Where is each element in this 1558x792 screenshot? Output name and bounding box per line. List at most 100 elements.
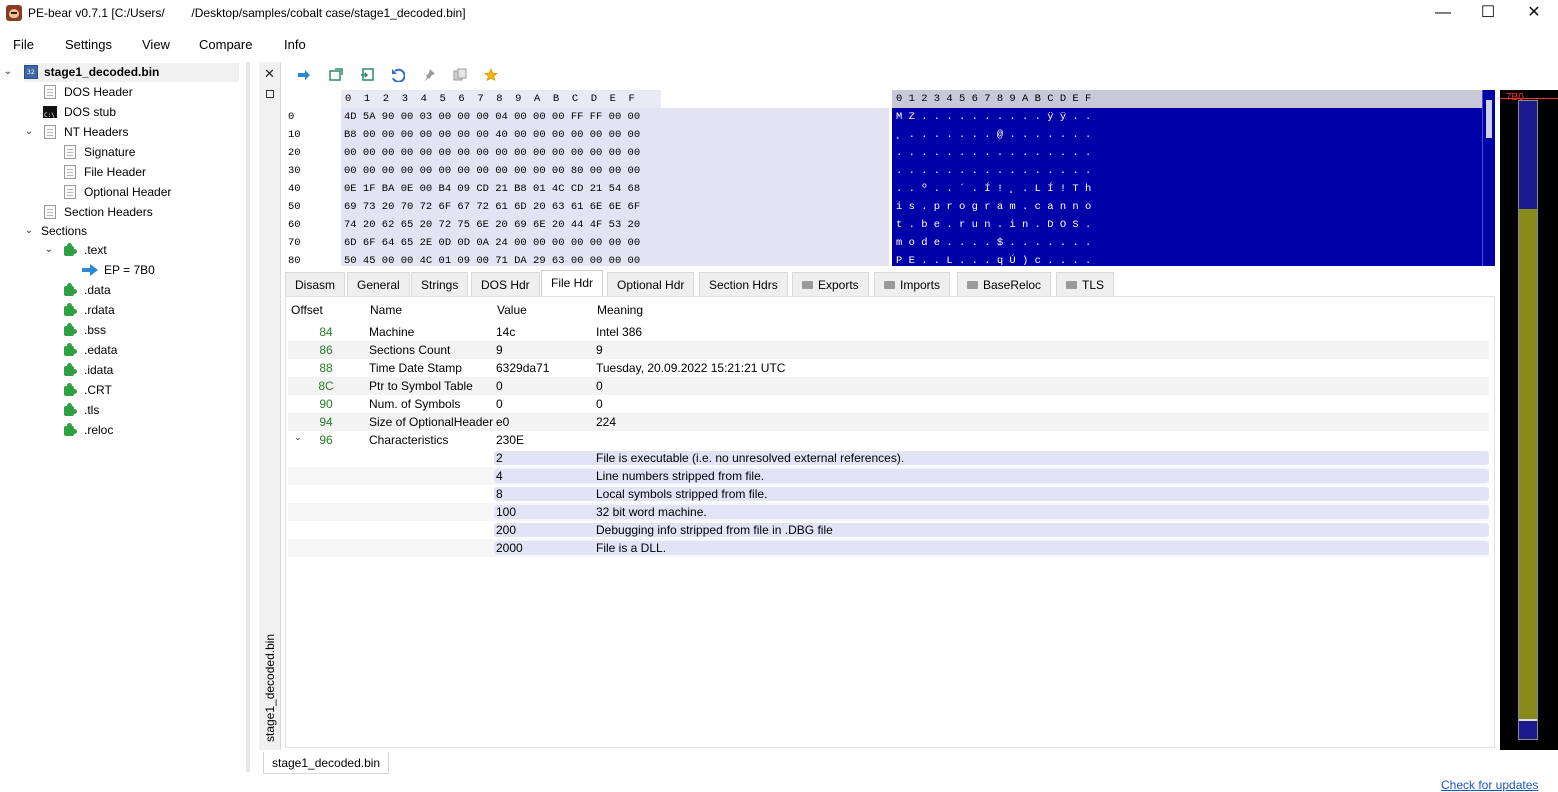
tab-exports[interactable]: Exports	[792, 272, 869, 296]
pe-structure-tree: ⌄ stage1_decoded.bin DOS Header DOS stub…	[0, 62, 246, 772]
menu-file[interactable]: File	[13, 37, 34, 52]
column-header-offset[interactable]: Offset	[291, 303, 323, 317]
tab-tls[interactable]: TLS	[1056, 272, 1115, 296]
folder-icon	[1066, 281, 1077, 289]
hex-row-bytes[interactable]: 0E 1F BA 0E 00 B4 09 CD 21 B8 01 4C CD 2…	[344, 180, 640, 198]
chevron-down-icon[interactable]: ⌄	[23, 122, 35, 142]
float-window-icon[interactable]	[266, 90, 274, 98]
cell-value: 8	[496, 487, 503, 501]
table-row[interactable]: 88 Time Date Stamp 6329da71 Tuesday, 20.09.…	[288, 359, 1489, 377]
ascii-row-text[interactable]: . . . . . . . . . . . . . . . .	[896, 162, 1091, 180]
hex-row-bytes[interactable]: 00 00 00 00 00 00 00 00 00 00 00 00 80 0…	[344, 162, 640, 180]
copy-icon[interactable]	[453, 68, 467, 82]
check-for-updates-link[interactable]: Check for updates	[1441, 778, 1538, 792]
puzzle-piece-icon	[62, 383, 76, 397]
tree-item-label: .bss	[84, 323, 107, 337]
tab-dos-hdr[interactable]: DOS Hdr	[471, 272, 540, 296]
pin-icon[interactable]	[422, 68, 436, 82]
tab-strings[interactable]: Strings	[411, 272, 469, 296]
tab-general[interactable]: General	[347, 272, 410, 296]
characteristic-row[interactable]: 200 Debugging info stripped from file in …	[288, 521, 1489, 539]
cell-offset: 90	[319, 397, 333, 411]
tab-optional-hdr[interactable]: Optional Hdr	[607, 272, 695, 296]
table-row[interactable]: 84 Machine 14c Intel 386	[288, 323, 1489, 341]
cell-meaning: 0	[596, 397, 603, 411]
document-tab[interactable]: stage1_decoded.bin	[263, 752, 390, 774]
tab-label: TLS	[1082, 278, 1105, 292]
hex-row-bytes[interactable]: B8 00 00 00 00 00 00 00 40 00 00 00 00 0…	[344, 126, 640, 144]
ascii-row-text[interactable]: . . . . . . . . . . . . . . . .	[896, 144, 1091, 162]
tab-file-hdr[interactable]: File Hdr	[541, 270, 604, 296]
chevron-down-icon[interactable]: ⌄	[23, 221, 35, 241]
hex-row-bytes[interactable]: 74 20 62 65 20 72 75 6E 20 69 6E 20 44 4…	[344, 216, 640, 234]
hex-bytes-area[interactable]: 4D 5A 90 00 03 00 00 00 04 00 00 00 FF F…	[341, 108, 889, 266]
bookmark-star-icon[interactable]	[484, 68, 498, 82]
maximize-button[interactable]: ☐	[1465, 0, 1511, 26]
puzzle-piece-icon	[62, 323, 76, 337]
table-row[interactable]: 86 Sections Count 9 9	[288, 341, 1489, 359]
close-button[interactable]: ✕	[1511, 0, 1557, 26]
hex-row-offset: 10	[288, 129, 301, 141]
characteristic-row[interactable]: 100 32 bit word machine.	[288, 503, 1489, 521]
hex-row-bytes[interactable]: 6D 6F 64 65 2E 0D 0D 0A 24 00 00 00 00 0…	[344, 234, 640, 252]
tab-imports[interactable]: Imports	[874, 272, 951, 296]
tree-item-label: Optional Header	[84, 185, 172, 199]
go-to-rva-icon[interactable]	[329, 68, 343, 82]
tab-section-hdrs[interactable]: Section Hdrs	[699, 272, 788, 296]
go-to-entry-icon[interactable]	[297, 68, 311, 82]
puzzle-piece-icon	[62, 243, 76, 257]
go-to-raw-icon[interactable]	[360, 68, 374, 82]
chevron-down-icon[interactable]: ⌄	[43, 240, 55, 260]
vertical-document-tab[interactable]: stage1_decoded.bin	[260, 634, 280, 742]
menu-settings[interactable]: Settings	[65, 37, 112, 52]
menu-compare[interactable]: Compare	[199, 37, 252, 52]
overview-map[interactable]	[1518, 100, 1538, 740]
panel-splitter[interactable]	[246, 62, 250, 772]
characteristic-row[interactable]: 4 Line numbers stripped from file.	[288, 467, 1489, 485]
characteristic-row[interactable]: 2000 File is a DLL.	[288, 539, 1489, 557]
hex-row-bytes[interactable]: 69 73 20 70 72 6F 67 72 61 6D 20 63 61 6…	[344, 198, 640, 216]
ascii-scrollbar[interactable]	[1482, 90, 1495, 266]
hex-view[interactable]: 0 1 2 3 4 5 6 7 8 9 A B C D E F 0 10 20 30 4…	[285, 90, 890, 266]
hex-row-bytes[interactable]: 4D 5A 90 00 03 00 00 00 04 00 00 00 FF F…	[344, 108, 640, 126]
tab-basereloc[interactable]: BaseReloc	[957, 272, 1052, 296]
folder-icon	[884, 281, 895, 289]
terminal-icon	[43, 106, 57, 126]
ascii-view[interactable]: 0 1 2 3 4 5 6 7 8 9 A B C D E F M Z . . …	[892, 90, 1495, 266]
undo-icon[interactable]	[391, 68, 405, 82]
minimize-button[interactable]: —	[1420, 0, 1466, 26]
scrollbar-thumb[interactable]	[1486, 100, 1492, 138]
chevron-down-icon[interactable]: ⌄	[2, 62, 14, 82]
file-header-table[interactable]: Offset Name Value Meaning 84 Machine 14c In…	[285, 296, 1495, 748]
menu-info[interactable]: Info	[284, 37, 306, 52]
cell-meaning: Tuesday, 20.09.2022 15:21:21 UTC	[596, 361, 786, 375]
characteristic-row[interactable]: 2 File is executable (i.e. no unresolved …	[288, 449, 1489, 467]
tab-label: Section Hdrs	[709, 278, 778, 292]
ascii-row-text[interactable]: i s . p r o g r a m . c a n n o	[896, 198, 1091, 216]
tab-disasm[interactable]: Disasm	[285, 272, 346, 296]
ascii-row-text[interactable]: t . b e . r u n . i n . D O S .	[896, 216, 1091, 234]
ascii-row-text[interactable]: M Z . . . . . . . . . . ÿ ÿ . .	[896, 108, 1091, 126]
table-row[interactable]: 8C Ptr to Symbol Table 0 0	[288, 377, 1489, 395]
tree-item-label: .idata	[84, 363, 114, 377]
hex-row-bytes[interactable]: 50 45 00 00 4C 01 09 00 71 DA 29 63 00 0…	[344, 252, 640, 266]
tree-item-label: Signature	[84, 145, 136, 159]
column-header-meaning[interactable]: Meaning	[597, 303, 643, 317]
close-document-icon[interactable]: ✕	[264, 66, 275, 82]
ascii-row-text[interactable]: ¸ . . . . . . . @ . . . . . . .	[896, 126, 1091, 144]
ascii-row-text[interactable]: . . º . . ´ . Í ! ¸ . L Í ! T h	[896, 180, 1091, 198]
ascii-row-text[interactable]: P E . . L . . . q Ú ) c . . . .	[896, 252, 1091, 266]
column-header-value[interactable]: Value	[497, 303, 527, 317]
hex-row-bytes[interactable]: 00 00 00 00 00 00 00 00 00 00 00 00 00 0…	[344, 144, 640, 162]
table-row[interactable]: ⌄ 96 Characteristics 230E	[288, 431, 1489, 449]
file-overview-bar[interactable]: 7B0	[1500, 90, 1558, 750]
cell-value: e0	[496, 415, 510, 429]
characteristic-row[interactable]: 8 Local symbols stripped from file.	[288, 485, 1489, 503]
column-header-name[interactable]: Name	[370, 303, 402, 317]
menu-view[interactable]: View	[142, 37, 170, 52]
ascii-row-text[interactable]: m o d e . . . . $ . . . . . . .	[896, 234, 1091, 252]
overview-code-region	[1519, 209, 1537, 719]
table-row[interactable]: 90 Num. of Symbols 0 0	[288, 395, 1489, 413]
table-row[interactable]: 94 Size of OptionalHeader e0 224	[288, 413, 1489, 431]
pe-bear-logo-icon	[6, 5, 22, 21]
